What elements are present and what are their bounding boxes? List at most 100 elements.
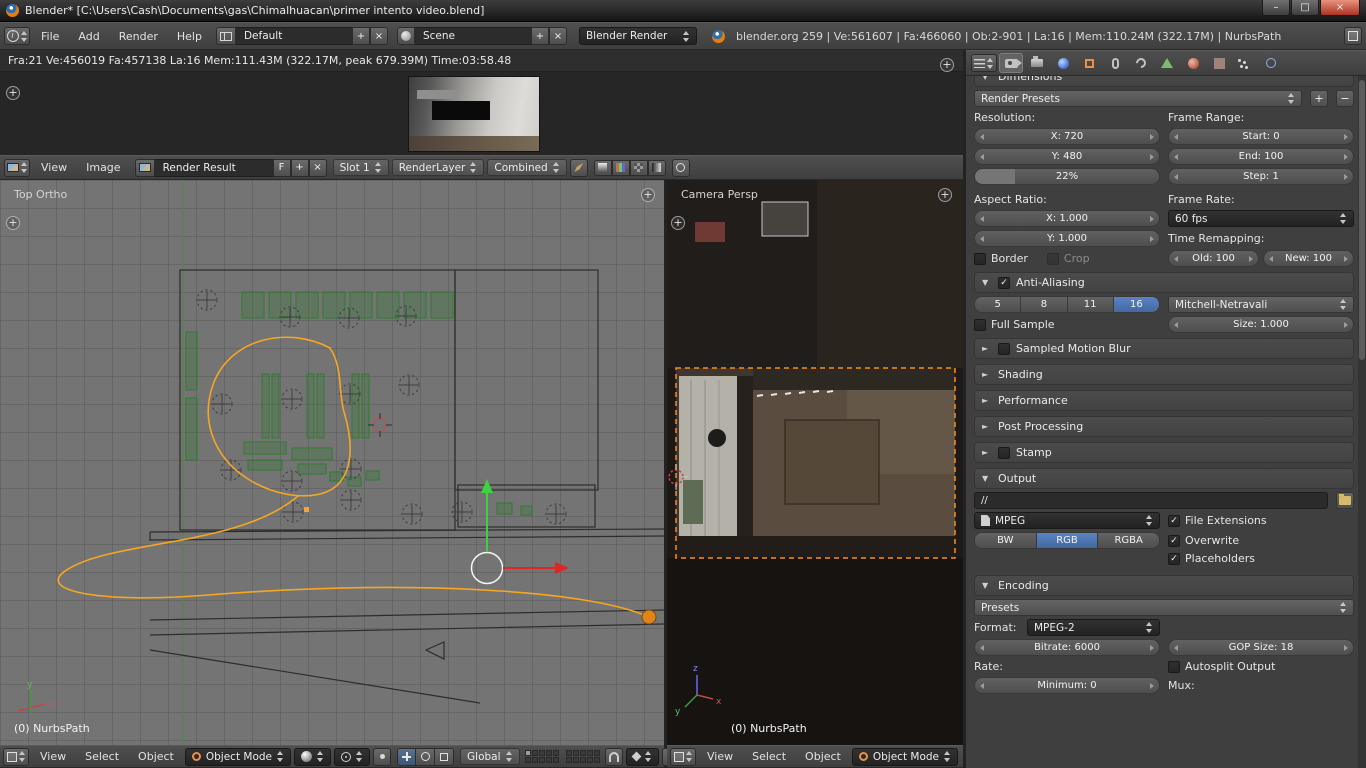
preset-remove-button[interactable]: − [1336, 90, 1354, 107]
channel-z-button[interactable] [647, 159, 666, 176]
properties-scrollbar-thumb[interactable] [1359, 80, 1365, 360]
layers-widget[interactable] [524, 750, 559, 763]
curve-handle[interactable] [304, 507, 309, 512]
aspect-y-field[interactable]: Y: 1.000 [974, 230, 1160, 247]
panel-performance-header[interactable]: ► Performance [974, 390, 1354, 411]
screen-browse-button[interactable] [215, 27, 236, 45]
panel-shading-header[interactable]: ► Shading [974, 364, 1354, 385]
menu-help[interactable]: Help [169, 30, 210, 43]
channel-alpha-button[interactable] [629, 159, 648, 176]
resolution-y-field[interactable]: Y: 480 [974, 148, 1160, 165]
translate-manipulator[interactable] [470, 479, 570, 585]
color-bw-button[interactable]: BW [974, 532, 1037, 549]
menu-select[interactable]: Select [744, 750, 794, 763]
manipulator-circle[interactable] [470, 551, 504, 585]
screen-delete-button[interactable]: × [369, 27, 388, 45]
menu-add[interactable]: Add [70, 30, 107, 43]
panel-dimensions-header[interactable]: ▼ Dimensions [974, 76, 1354, 87]
image-browse-button[interactable] [134, 158, 155, 177]
pivot-select[interactable] [334, 747, 371, 766]
color-rgb-button[interactable]: RGB [1036, 532, 1099, 549]
placeholders-checkbox[interactable]: ✓ Placeholders [1168, 552, 1255, 565]
full-sample-checkbox[interactable]: Full Sample [974, 318, 1055, 331]
channel-rgb-button[interactable] [611, 159, 630, 176]
mode-select[interactable]: Object Mode [851, 747, 959, 766]
resolution-percentage-slider[interactable]: 22% [974, 168, 1160, 185]
encoding-presets-select[interactable]: Presets [974, 599, 1354, 616]
bitrate-field[interactable]: Bitrate: 6000 [974, 639, 1160, 656]
aa-samples-16-button[interactable]: 16 [1113, 296, 1160, 313]
minimize-button[interactable]: – [1262, 0, 1290, 16]
tab-world[interactable] [1051, 53, 1075, 73]
region-plus-widget[interactable]: + [940, 58, 954, 72]
preset-add-button[interactable]: + [1310, 90, 1328, 107]
menu-view[interactable]: View [32, 750, 74, 763]
menu-file[interactable]: File [33, 30, 67, 43]
frame-step-field[interactable]: Step: 1 [1168, 168, 1354, 185]
region-plus-widget[interactable]: + [6, 86, 20, 100]
resolution-x-field[interactable]: X: 720 [974, 128, 1160, 145]
aa-filter-select[interactable]: Mitchell-Netravali [1168, 296, 1354, 313]
menu-select[interactable]: Select [77, 750, 127, 763]
region-plus-widget[interactable]: + [938, 188, 952, 202]
editor-type-button[interactable]: i [4, 27, 30, 45]
remap-new-field[interactable]: New: 100 [1263, 250, 1354, 267]
menu-object[interactable]: Object [130, 750, 182, 763]
channel-bw-button[interactable] [593, 159, 612, 176]
panel-post-processing-header[interactable]: ► Post Processing [974, 416, 1354, 437]
orientation-select[interactable]: Global [460, 748, 520, 765]
image-paint-toggle[interactable] [569, 158, 588, 177]
render-engine-select[interactable]: Blender Render [578, 27, 697, 45]
region-plus-widget[interactable]: + [641, 188, 655, 202]
minimum-field[interactable]: Minimum: 0 [974, 677, 1160, 694]
crop-checkbox[interactable]: Crop [1046, 252, 1090, 265]
rotate-manipulator-button[interactable] [416, 747, 436, 766]
tab-scene[interactable] [1025, 53, 1049, 73]
pivot-align-toggle[interactable] [373, 747, 392, 766]
scale-manipulator-button[interactable] [435, 747, 455, 766]
menu-render[interactable]: Render [111, 30, 166, 43]
screen-add-button[interactable]: + [351, 27, 370, 45]
panel-encoding-header[interactable]: ▼ Encoding [974, 575, 1354, 596]
slot-select[interactable]: Slot 1 [332, 159, 389, 176]
viewport-divider[interactable] [664, 180, 667, 768]
overwrite-checkbox[interactable]: ✓ Overwrite [1168, 534, 1239, 547]
gop-size-field[interactable]: GOP Size: 18 [1168, 639, 1354, 656]
tab-constraints[interactable] [1103, 53, 1127, 73]
output-path-field[interactable]: // [974, 492, 1328, 509]
menu-object[interactable]: Object [797, 750, 849, 763]
viewport-camera-persp[interactable]: z y x Camera Persp (0) NurbsPath [667, 180, 963, 745]
render-pass-select[interactable]: Combined [487, 159, 567, 176]
tab-render[interactable] [999, 53, 1023, 73]
frame-rate-select[interactable]: 60 fps [1168, 210, 1354, 227]
file-extensions-checkbox[interactable]: ✓ File Extensions [1168, 514, 1267, 527]
editor-type-button[interactable] [971, 54, 997, 72]
scene-name-field[interactable]: Scene [414, 27, 531, 45]
translate-manipulator-button[interactable] [397, 747, 417, 766]
color-rgba-button[interactable]: RGBA [1098, 532, 1161, 549]
image-unlink-button[interactable]: × [308, 158, 327, 177]
snap-element-select[interactable] [625, 747, 659, 766]
aa-samples-11-button[interactable]: 11 [1067, 296, 1114, 313]
editor-type-button[interactable] [3, 747, 29, 766]
aa-samples-8-button[interactable]: 8 [1021, 296, 1068, 313]
tab-particles[interactable] [1233, 53, 1257, 73]
mode-select[interactable]: Object Mode [184, 747, 292, 766]
stamp-checkbox[interactable] [998, 446, 1010, 459]
menu-view[interactable]: View [33, 161, 75, 174]
tab-texture[interactable] [1207, 53, 1231, 73]
scene-delete-button[interactable]: × [548, 27, 567, 45]
file-browse-button[interactable] [1336, 492, 1354, 509]
maximize-button[interactable]: □ [1291, 0, 1319, 16]
close-button[interactable]: × [1320, 0, 1360, 16]
panel-stamp-header[interactable]: ► Stamp [974, 442, 1354, 463]
frame-start-field[interactable]: Start: 0 [1168, 128, 1354, 145]
frame-end-field[interactable]: End: 100 [1168, 148, 1354, 165]
scene-add-button[interactable]: + [530, 27, 549, 45]
x-arrow-head[interactable] [555, 562, 569, 574]
viewport-top-ortho[interactable]: y x Top Ortho (0) NurbsPath [0, 180, 665, 745]
region-plus-widget[interactable]: + [6, 216, 20, 230]
menu-view[interactable]: View [699, 750, 741, 763]
fake-user-button[interactable]: F [272, 158, 291, 177]
screen-name-field[interactable]: Default [235, 27, 352, 45]
